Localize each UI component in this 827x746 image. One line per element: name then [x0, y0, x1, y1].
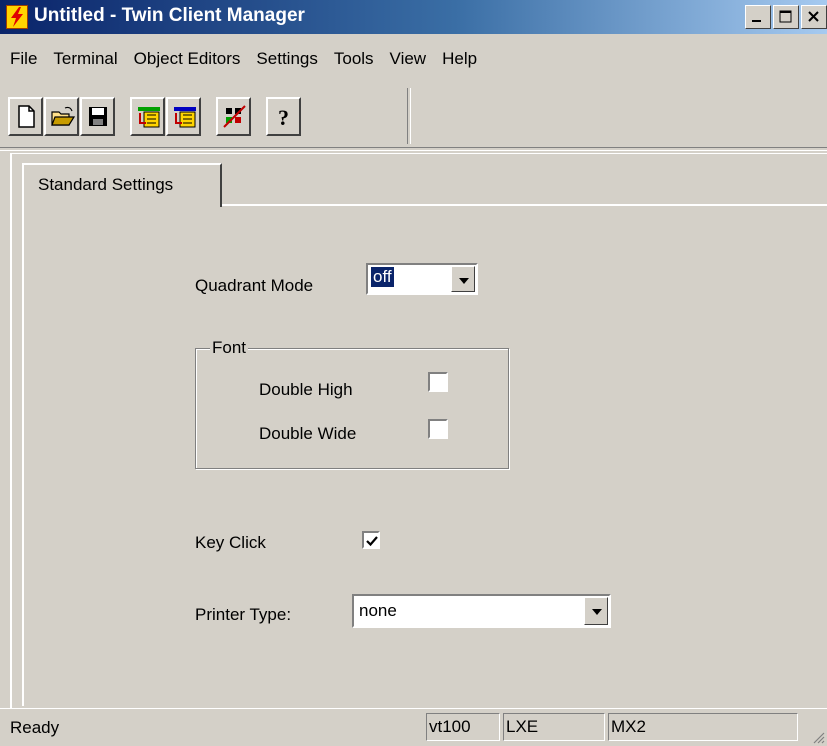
menu-terminal[interactable]: Terminal: [45, 49, 125, 69]
save-button[interactable]: [80, 96, 115, 136]
printer-type-select[interactable]: none: [352, 594, 611, 628]
key-click-checkbox[interactable]: [362, 531, 380, 549]
help-button[interactable]: ?: [266, 96, 301, 136]
toolbar: ?: [8, 90, 302, 142]
quadrant-mode-label: Quadrant Mode: [195, 276, 314, 295]
import-icon: [138, 106, 160, 127]
quadrant-mode-select[interactable]: off: [366, 263, 478, 295]
printer-type-value: none: [359, 601, 397, 620]
maximize-icon: [779, 10, 792, 23]
font-group-legend: Font: [210, 338, 249, 358]
printer-type-label: Printer Type:: [195, 605, 292, 624]
import-button[interactable]: [130, 96, 165, 136]
menu-bar: File Terminal Object Editors Settings To…: [0, 44, 485, 74]
menu-object-editors[interactable]: Object Editors: [126, 49, 249, 69]
dropdown-button[interactable]: [451, 266, 475, 292]
lightning-bolt-icon[interactable]: [6, 5, 28, 29]
status-pane-model: MX2: [608, 713, 798, 741]
export-button[interactable]: [166, 96, 201, 136]
title-bar[interactable]: Untitled - Twin Client Manager: [0, 0, 827, 34]
new-document-icon: [18, 104, 35, 128]
double-wide-checkbox[interactable]: [428, 419, 448, 439]
help-icon: ?: [278, 105, 289, 129]
svg-text:?: ?: [278, 105, 289, 129]
quadrant-mode-value: off: [370, 266, 395, 288]
transfer-button[interactable]: [216, 96, 251, 136]
save-disk-icon: [89, 106, 107, 126]
font-groupbox: [195, 348, 509, 469]
status-pane-terminal: vt100: [426, 713, 500, 741]
chevron-down-icon: [592, 609, 602, 615]
status-bar: Ready vt100 LXE MX2: [0, 708, 827, 746]
maximize-button[interactable]: [773, 5, 799, 29]
close-icon: [808, 11, 819, 22]
minimize-button[interactable]: [745, 5, 771, 29]
double-high-checkbox[interactable]: [428, 372, 448, 392]
checkmark-icon: [366, 536, 378, 547]
open-button[interactable]: [44, 96, 79, 136]
dropdown-button[interactable]: [584, 597, 608, 625]
close-button[interactable]: [801, 5, 827, 29]
tab-standard-settings[interactable]: Standard Settings: [22, 163, 222, 207]
menu-help[interactable]: Help: [434, 49, 485, 69]
status-pane-vendor: LXE: [503, 713, 605, 741]
chevron-down-icon: [459, 278, 469, 284]
double-high-label: Double High: [259, 380, 353, 399]
menu-view[interactable]: View: [382, 49, 435, 69]
new-button[interactable]: [8, 96, 43, 136]
key-click-label: Key Click: [195, 533, 266, 552]
menu-file[interactable]: File: [0, 49, 45, 69]
minimize-icon: [752, 20, 761, 22]
transfer-icon: [223, 104, 246, 128]
status-text: Ready: [10, 718, 60, 737]
menu-tools[interactable]: Tools: [326, 49, 382, 69]
double-wide-label: Double Wide: [259, 424, 357, 443]
export-icon: [174, 106, 196, 127]
menu-settings[interactable]: Settings: [248, 49, 325, 69]
open-folder-icon: [51, 106, 75, 126]
resize-grip-icon[interactable]: [811, 730, 825, 744]
window-title: Untitled - Twin Client Manager: [34, 5, 305, 26]
